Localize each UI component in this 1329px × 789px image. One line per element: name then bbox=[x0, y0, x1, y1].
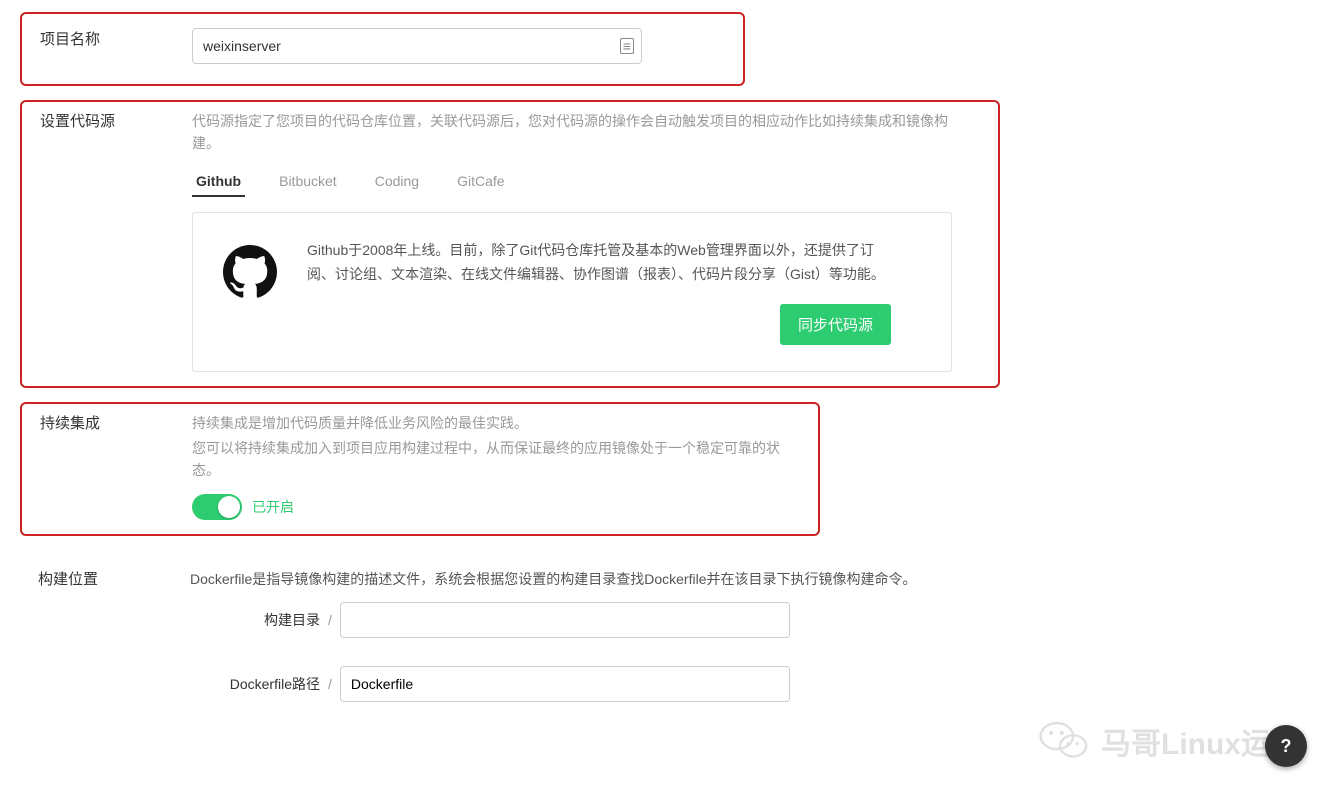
toggle-knob bbox=[218, 496, 240, 518]
dockerfile-path-label: Dockerfile路径 bbox=[190, 674, 320, 694]
dockerfile-path-input[interactable] bbox=[340, 666, 790, 702]
code-source-tabs: Github Bitbucket Coding GitCafe bbox=[192, 167, 978, 198]
ci-desc-2: 您可以将持续集成加入到项目应用构建过程中，从而保证最终的应用镜像处于一个稳定可靠… bbox=[192, 437, 798, 482]
ci-desc-1: 持续集成是增加代码质量并降低业务风险的最佳实践。 bbox=[192, 412, 798, 434]
code-source-label: 设置代码源 bbox=[22, 110, 192, 372]
build-label: 构建位置 bbox=[20, 568, 190, 730]
github-icon bbox=[223, 239, 277, 302]
sync-code-source-button[interactable]: 同步代码源 bbox=[780, 304, 891, 345]
ci-label: 持续集成 bbox=[22, 412, 192, 519]
watermark: 马哥Linux运维 bbox=[1039, 715, 1301, 767]
provider-panel: Github于2008年上线。目前，除了Git代码仓库托管及基本的Web管理界面… bbox=[192, 212, 952, 373]
ci-toggle-state: 已开启 bbox=[252, 497, 294, 517]
wechat-icon bbox=[1039, 715, 1091, 767]
provider-description: Github于2008年上线。目前，除了Git代码仓库托管及基本的Web管理界面… bbox=[307, 239, 891, 287]
code-source-description: 代码源指定了您项目的代码仓库位置，关联代码源后，您对代码源的操作会自动触发项目的… bbox=[192, 110, 952, 155]
project-name-input[interactable] bbox=[192, 28, 642, 64]
build-dir-input[interactable] bbox=[340, 602, 790, 638]
ci-toggle[interactable] bbox=[192, 494, 242, 520]
project-name-label: 项目名称 bbox=[22, 28, 192, 64]
tab-gitcafe[interactable]: GitCafe bbox=[453, 167, 508, 197]
tab-github[interactable]: Github bbox=[192, 167, 245, 197]
path-separator: / bbox=[328, 676, 332, 692]
build-description: Dockerfile是指导镜像构建的描述文件，系统会根据您设置的构建目录查找Do… bbox=[190, 568, 950, 590]
tab-bitbucket[interactable]: Bitbucket bbox=[275, 167, 341, 197]
help-button[interactable]: ? bbox=[1265, 725, 1307, 767]
build-dir-label: 构建目录 bbox=[190, 610, 320, 630]
autofill-icon: ≡ bbox=[620, 38, 634, 54]
path-separator: / bbox=[328, 612, 332, 628]
tab-coding[interactable]: Coding bbox=[371, 167, 423, 197]
